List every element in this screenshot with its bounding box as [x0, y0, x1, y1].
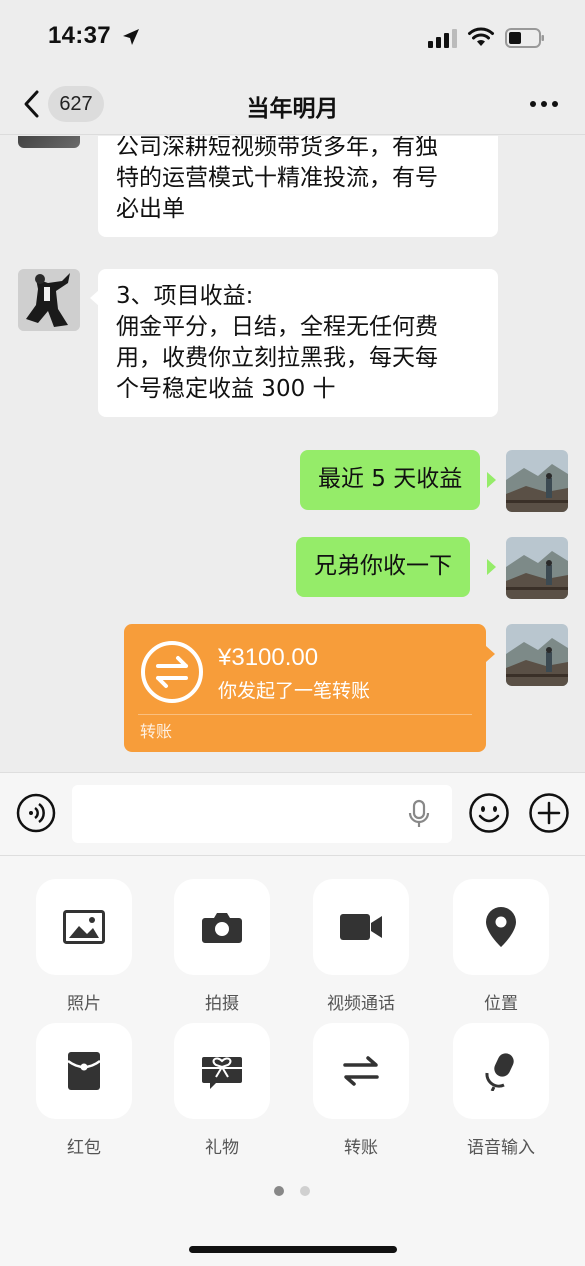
tool-gift[interactable]: 礼物: [174, 1023, 270, 1158]
microphone-icon[interactable]: [408, 799, 430, 829]
cellular-signal-icon: [428, 29, 457, 48]
message-text-line: 公司深耕短视频带货多年，有独: [116, 136, 438, 160]
gift-icon: [202, 1057, 242, 1089]
my-avatar[interactable]: [506, 450, 568, 512]
tool-video-call[interactable]: 视频通话: [313, 879, 409, 1014]
transfer-description: 你发起了一笔转账: [218, 680, 371, 702]
voice-mode-icon[interactable]: [16, 793, 56, 833]
tool-red-packet[interactable]: 红包: [36, 1023, 132, 1158]
input-bar: [0, 772, 585, 856]
my-avatar[interactable]: [506, 537, 568, 599]
plus-icon[interactable]: [528, 792, 570, 834]
contact-avatar[interactable]: [18, 136, 80, 148]
more-icon[interactable]: [529, 99, 559, 109]
camera-icon: [202, 913, 242, 943]
person-photo-icon: [18, 269, 80, 331]
bubble-tail: [487, 472, 496, 488]
tool-label: 转账: [344, 1138, 378, 1158]
divider: [138, 714, 472, 715]
tool-transfer[interactable]: 转账: [313, 1023, 409, 1158]
home-indicator[interactable]: [189, 1246, 397, 1253]
message-text-line: 必出单: [116, 196, 185, 222]
battery-icon: [505, 28, 544, 48]
bubble-tail: [487, 559, 496, 575]
voice-input-icon: [485, 1053, 514, 1091]
transfer-card[interactable]: ¥3100.00 你发起了一笔转账 转账: [124, 624, 486, 752]
message-text-line: 特的运营模式十精准投流，有号: [116, 165, 438, 191]
transfer-icon: [343, 1056, 379, 1086]
message-text-line: 个号稳定收益 300 十: [116, 376, 336, 402]
message-text-line: 用，收费你立刻拉黑我，每天每: [116, 345, 438, 371]
chat-header: 627 当年明月: [0, 75, 585, 135]
message-text-line: 佣金平分，日结，全程无任何费: [116, 314, 438, 340]
message-list[interactable]: 公司深耕短视频带货多年，有独 特的运营模式十精准投流，有号 必出单 3、项目收益…: [0, 136, 585, 772]
photo-icon: [63, 910, 105, 944]
message-bubble-outgoing[interactable]: 兄弟你收一下: [296, 537, 470, 597]
tool-label: 语音输入: [467, 1138, 535, 1158]
tool-panel: 照片 拍摄 视频通话 位置 红包 礼物 转账 语音输入: [0, 856, 585, 1266]
message-text: 最近 5 天收益: [318, 466, 463, 492]
location-arrow-icon: [123, 29, 139, 45]
page-indicator: [274, 1186, 310, 1196]
landscape-photo-icon: [506, 450, 568, 512]
tool-label: 红包: [67, 1138, 101, 1158]
location-icon: [486, 907, 516, 947]
landscape-photo-icon: [506, 537, 568, 599]
status-bar: 14:37: [0, 0, 585, 75]
message-text-line: 3、项目收益:: [116, 283, 254, 309]
tool-label: 视频通话: [327, 994, 395, 1014]
status-time: 14:37: [48, 22, 111, 49]
tool-camera[interactable]: 拍摄: [174, 879, 270, 1014]
chat-title: 当年明月: [246, 96, 339, 122]
tool-location[interactable]: 位置: [453, 879, 549, 1014]
contact-avatar[interactable]: [18, 269, 80, 331]
transfer-amount: ¥3100.00: [218, 644, 319, 671]
red-packet-icon: [67, 1052, 101, 1090]
message-input[interactable]: [72, 785, 452, 843]
video-call-icon: [340, 914, 382, 940]
tool-photo[interactable]: 照片: [36, 879, 132, 1014]
wifi-icon: [468, 27, 494, 46]
tool-label: 照片: [67, 994, 101, 1014]
emoji-icon[interactable]: [468, 792, 510, 834]
message-bubble-incoming[interactable]: 3、项目收益: 佣金平分，日结，全程无任何费 用，收费你立刻拉黑我，每天每 个号…: [98, 269, 498, 417]
transfer-arrows-icon: [141, 641, 203, 703]
message-text: 兄弟你收一下: [314, 553, 452, 579]
landscape-photo-icon: [506, 624, 568, 686]
tool-voice-input[interactable]: 语音输入: [453, 1023, 549, 1158]
tool-label: 位置: [484, 994, 518, 1014]
tool-label: 礼物: [205, 1138, 239, 1158]
transfer-label: 转账: [140, 722, 173, 741]
message-bubble-outgoing[interactable]: 最近 5 天收益: [300, 450, 481, 510]
tool-label: 拍摄: [205, 994, 239, 1014]
message-bubble-incoming[interactable]: 公司深耕短视频带货多年，有独 特的运营模式十精准投流，有号 必出单: [98, 136, 498, 237]
bubble-tail: [486, 646, 495, 662]
my-avatar[interactable]: [506, 624, 568, 686]
